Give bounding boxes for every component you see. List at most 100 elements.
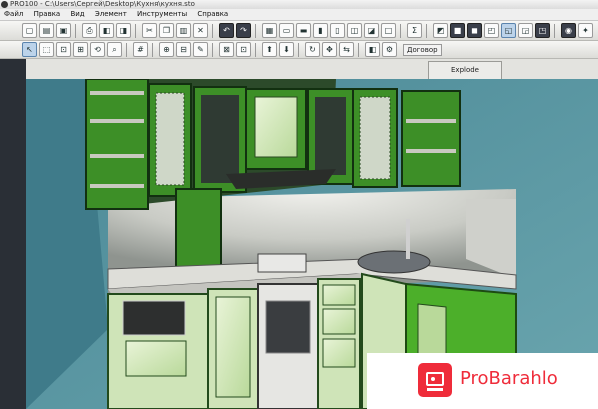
properties-icon[interactable]: ▦ <box>262 23 277 38</box>
base-drawer <box>125 340 187 377</box>
copy-icon[interactable]: ❐ <box>159 23 174 38</box>
shelf-rail <box>406 119 456 123</box>
toolbar-separator <box>426 23 431 38</box>
toolbar-separator <box>135 23 140 38</box>
menu-bar: Файл Правка Вид Элемент Инструменты Спра… <box>0 9 598 21</box>
save-icon[interactable]: ▣ <box>56 23 71 38</box>
view-tabs-panel <box>0 59 598 80</box>
camera-icon[interactable]: ◉ <box>561 23 576 38</box>
view-back-icon[interactable]: ▯ <box>330 23 345 38</box>
mirror-icon[interactable]: ⇆ <box>339 42 354 57</box>
menu-edit[interactable]: Правка <box>30 9 65 20</box>
render-shade-icon[interactable]: ◼ <box>467 23 482 38</box>
lattice-panel-right <box>359 96 391 180</box>
render-solid-icon[interactable]: ■ <box>450 23 465 38</box>
toolbar-separator <box>400 23 405 38</box>
material-icon[interactable]: ◧ <box>365 42 380 57</box>
group-icon[interactable]: ⊠ <box>219 42 234 57</box>
rotate-icon[interactable]: ⟲ <box>90 42 105 57</box>
cooktop <box>257 253 307 273</box>
upper-open-shelf-left <box>85 78 149 210</box>
screen: PRO100 - C:\Users\Сергей\Desktop\Кухня\к… <box>0 0 598 409</box>
view-box-icon[interactable]: □ <box>381 23 396 38</box>
menu-file[interactable]: Файл <box>0 9 27 20</box>
menu-help[interactable]: Справка <box>193 9 232 20</box>
catalog-icon[interactable]: ◧ <box>99 23 114 38</box>
drawer <box>322 308 356 335</box>
toolbar-separator <box>554 23 559 38</box>
sum-icon[interactable]: Σ <box>407 23 422 38</box>
menu-element[interactable]: Элемент <box>91 9 131 20</box>
toolbar-separator <box>75 23 80 38</box>
dogovor-button[interactable]: Договор <box>403 43 442 56</box>
align-icon[interactable]: ⊟ <box>176 42 191 57</box>
arrow-down-icon[interactable]: ⬇ <box>279 42 294 57</box>
pen-icon[interactable]: ✎ <box>193 42 208 57</box>
delete-icon[interactable]: ✕ <box>193 23 208 38</box>
drawer <box>322 284 356 306</box>
paste-icon[interactable]: ▥ <box>176 23 191 38</box>
shelf-rail <box>90 154 144 158</box>
view-iso-icon[interactable]: ◫ <box>347 23 362 38</box>
glass-door <box>201 95 239 183</box>
render-shadow-icon[interactable]: ◳ <box>535 23 550 38</box>
settings-icon[interactable]: ⚙ <box>382 42 397 57</box>
undo-icon[interactable]: ↶ <box>219 23 234 38</box>
toolbar-separator <box>126 42 131 57</box>
print-icon[interactable]: ⎙ <box>82 23 97 38</box>
rectangle-select-icon[interactable]: ⬚ <box>39 42 54 57</box>
shelf-rail <box>90 119 144 123</box>
arrow-up-icon[interactable]: ⬆ <box>262 42 277 57</box>
open-file-icon[interactable]: ▤ <box>39 23 54 38</box>
logo-bar <box>427 388 443 391</box>
toolbar-separator <box>212 23 217 38</box>
ungroup-icon[interactable]: ⊡ <box>236 42 251 57</box>
view-top-icon[interactable]: ▬ <box>296 23 311 38</box>
lattice-panel <box>155 92 185 186</box>
view-perspective-icon[interactable]: ◪ <box>364 23 379 38</box>
lamp-icon[interactable]: ✦ <box>578 23 593 38</box>
grid-icon[interactable]: # <box>133 42 148 57</box>
redo-icon[interactable]: ↷ <box>236 23 251 38</box>
menu-tools[interactable]: Инструменты <box>133 9 191 20</box>
glass-door-right <box>315 97 346 175</box>
rotate-item-icon[interactable]: ↻ <box>305 42 320 57</box>
view-front-icon[interactable]: ▭ <box>279 23 294 38</box>
left-border <box>0 59 26 409</box>
shelf-rail <box>90 91 144 95</box>
toolbar-tools: ↖ ⬚ ⊡ ⊞ ⟲ ⌕ # ⊕ ⊟ ✎ ⊠ ⊡ ⬆ ⬇ ↻ ✥ ⇆ ◧ ⚙ До… <box>0 41 598 59</box>
new-file-icon[interactable]: ▢ <box>22 23 37 38</box>
upper-open-shelf-right <box>401 90 461 187</box>
watermark: ProBarahlo <box>367 353 598 409</box>
resize-icon[interactable]: ⊞ <box>73 42 88 57</box>
render-light-icon[interactable]: ◲ <box>518 23 533 38</box>
toolbar-separator <box>298 42 303 57</box>
door-panel <box>215 296 251 398</box>
oven-window <box>265 300 311 354</box>
snap-icon[interactable]: ⊕ <box>159 42 174 57</box>
faucet <box>406 219 410 259</box>
probarahlo-logo-icon <box>418 363 452 397</box>
cut-icon[interactable]: ✂ <box>142 23 157 38</box>
explode-tab[interactable]: Explode <box>428 61 502 80</box>
menu-view[interactable]: Вид <box>66 9 88 20</box>
move-icon[interactable]: ⊡ <box>56 42 71 57</box>
sink <box>357 250 431 274</box>
render-texture-icon[interactable]: ◰ <box>484 23 499 38</box>
pointer-icon[interactable]: ↖ <box>22 42 37 57</box>
center-door-panel <box>254 96 298 158</box>
hood-column <box>175 188 222 270</box>
title-bar: PRO100 - C:\Users\Сергей\Desktop\Кухня\к… <box>0 0 598 9</box>
move-cross-icon[interactable]: ✥ <box>322 42 337 57</box>
watermark-text: ProBarahlo <box>460 368 558 389</box>
toolbar-separator <box>358 42 363 57</box>
toolbar-separator <box>255 42 260 57</box>
render-wire-icon[interactable]: ◩ <box>433 23 448 38</box>
view-side-icon[interactable]: ▮ <box>313 23 328 38</box>
toolbar-separator <box>255 23 260 38</box>
toolbar-separator <box>212 42 217 57</box>
library-icon[interactable]: ◨ <box>116 23 131 38</box>
toolbar-separator <box>152 42 157 57</box>
render-real-icon[interactable]: ◱ <box>501 23 516 38</box>
zoom-icon[interactable]: ⌕ <box>107 42 122 57</box>
